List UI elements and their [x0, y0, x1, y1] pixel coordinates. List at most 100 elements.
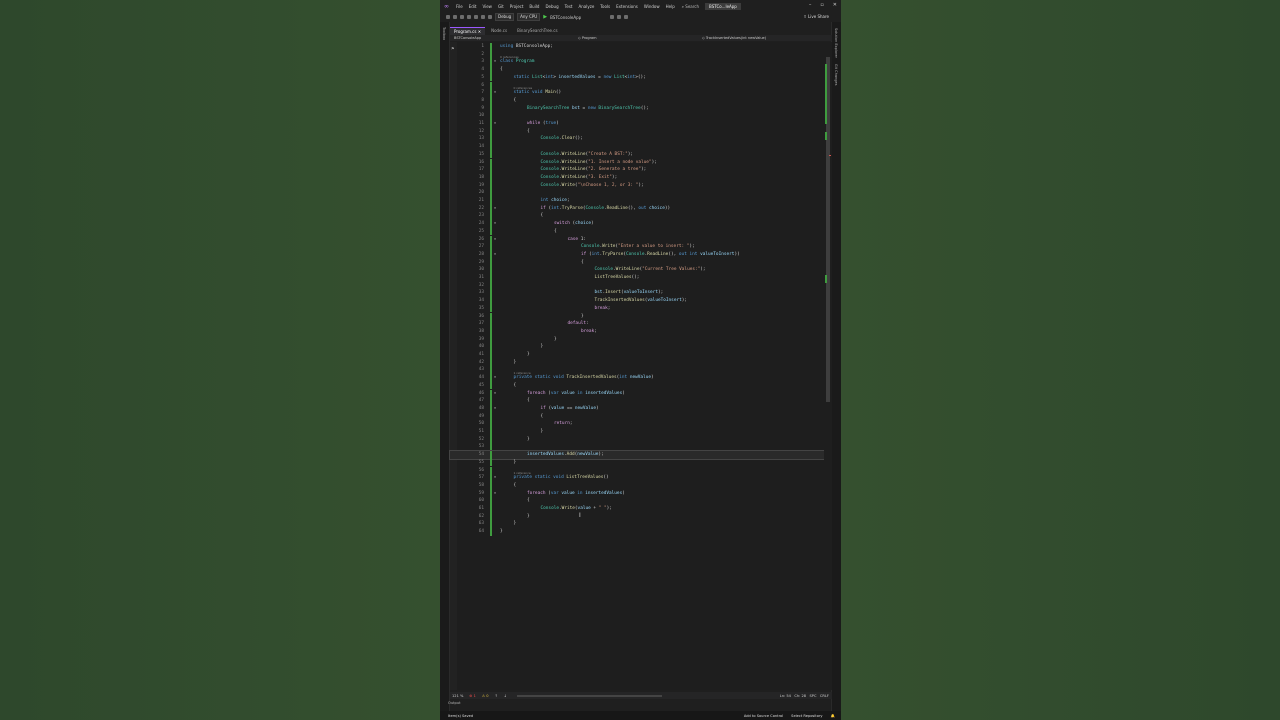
fold-toggle-icon[interactable]: ⊟	[494, 220, 496, 228]
code-editor[interactable]: ⚑ 1 using BSTConsoleApp; 2 3 ⊟ 0 references cl…	[449, 42, 825, 690]
code-line[interactable]: 16 Console.WriteLine("1. Insert a node va…	[450, 158, 824, 167]
minimize-icon[interactable]: –	[809, 2, 812, 8]
fold-toggle-icon[interactable]: ⊟	[494, 251, 496, 259]
code-line[interactable]: 57 ⊟ 1 reference private static void ListTr…	[450, 471, 824, 482]
fold-toggle-icon[interactable]: ⊟	[494, 89, 496, 97]
output-tab[interactable]: Output	[448, 701, 460, 707]
code-line[interactable]: 60 {	[450, 497, 824, 505]
code-line[interactable]: 43	[450, 366, 824, 375]
code-line[interactable]: 38 break;	[450, 327, 824, 336]
menu-analyze[interactable]: Analyze	[576, 4, 598, 9]
forward-icon[interactable]	[453, 15, 457, 19]
live-share-button[interactable]: ⇪ Live Share	[803, 14, 829, 19]
code-line[interactable]: 47 {	[450, 397, 824, 405]
code-line[interactable]: 13 Console.Clear();	[450, 135, 824, 144]
select-repository[interactable]: Select Repository	[791, 714, 822, 718]
notifications-icon[interactable]: 🔔	[831, 714, 835, 718]
fold-toggle-icon[interactable]: ⊟	[494, 490, 496, 498]
code-line[interactable]: 55}	[450, 458, 824, 467]
code-line[interactable]: 42}	[450, 358, 824, 367]
toolbar-tool-icon[interactable]	[610, 15, 615, 19]
code-line[interactable]: 7 ⊟ 0 references static void Main()	[450, 86, 824, 97]
warning-count[interactable]: ⚠ 0	[482, 694, 489, 698]
save-all-icon[interactable]	[474, 15, 478, 19]
menu-file[interactable]: File	[453, 4, 466, 9]
code-line[interactable]: 28 ⊟ if (int.TryParse(Console.ReadLine(), …	[450, 250, 824, 259]
fold-toggle-icon[interactable]: ⊟	[494, 405, 496, 413]
code-line[interactable]: 12 {	[450, 127, 824, 136]
git-changes-tab[interactable]: Git Changes	[834, 64, 838, 85]
search-box[interactable]: ⌕ Search	[682, 4, 699, 9]
code-line[interactable]: 34 TrackInsertedValues(valueToInsert);	[450, 297, 824, 305]
code-line[interactable]: 11 ⊟ while (true)	[450, 120, 824, 128]
code-line[interactable]: 49 {	[450, 412, 824, 421]
code-line[interactable]: 46 ⊟ foreach (var value in insertedValues)	[450, 389, 824, 398]
code-line[interactable]: 39}	[450, 335, 824, 344]
code-line[interactable]: 50 return;	[450, 420, 824, 428]
maximize-icon[interactable]: ▫	[820, 2, 823, 8]
start-debug-icon[interactable]: ▶	[543, 14, 547, 20]
menu-test[interactable]: Test	[562, 4, 576, 9]
code-line[interactable]: 27 Console.Write("Enter a value to insert…	[450, 243, 824, 251]
add-to-source-control[interactable]: Add to Source Control	[744, 714, 783, 718]
down-arrow-icon[interactable]: ↓	[504, 694, 507, 698]
code-line[interactable]: 26 ⊟ case 1:	[450, 235, 824, 244]
code-line[interactable]: 51}	[450, 428, 824, 436]
code-line[interactable]: 22 ⊟ if (int.TryParse(Console.ReadLine(), …	[450, 204, 824, 213]
code-line[interactable]: 5 static List<int> insertedValues = new L…	[450, 73, 824, 82]
nav-type[interactable]: ◇ Program	[574, 36, 698, 40]
code-line[interactable]: 40}	[450, 343, 824, 351]
code-line[interactable]: 10	[450, 112, 824, 120]
menu-build[interactable]: Build	[526, 4, 542, 9]
start-project[interactable]: BSTConsoleApp	[550, 15, 581, 20]
back-icon[interactable]	[446, 15, 450, 19]
code-line[interactable]: 64}	[450, 528, 824, 536]
up-arrow-icon[interactable]: ↑	[495, 694, 498, 698]
code-line[interactable]: 63}	[450, 520, 824, 529]
code-line[interactable]: 56	[450, 466, 824, 475]
code-line[interactable]: 18 Console.WriteLine("3. Exit");	[450, 173, 824, 182]
menu-window[interactable]: Window	[641, 4, 663, 9]
code-line[interactable]: 54 insertedValues.Add(newValue);	[449, 450, 825, 460]
code-line[interactable]: 6	[450, 81, 824, 90]
save-icon[interactable]	[467, 15, 471, 19]
code-line[interactable]: 32	[450, 281, 824, 290]
menu-git[interactable]: Git	[495, 4, 507, 9]
zoom-level[interactable]: 121 %	[452, 694, 463, 698]
fold-toggle-icon[interactable]: ⊟	[494, 205, 496, 213]
nav-member[interactable]: ◇ TrackInsertedValues(int newValue)	[698, 36, 822, 40]
tab-node-cs[interactable]: Node.cs	[487, 27, 511, 34]
code-line[interactable]: 31 ListTreeValues();	[450, 274, 824, 282]
code-line[interactable]: 59 ⊟ foreach (var value in insertedValues)	[450, 489, 824, 498]
vertical-scrollbar[interactable]	[824, 42, 832, 690]
config-select[interactable]: Debug	[495, 13, 515, 21]
code-line[interactable]: 20	[450, 189, 824, 197]
code-line[interactable]: 30 Console.WriteLine("Current Tree Values…	[450, 266, 824, 274]
code-line[interactable]: 25 {	[450, 227, 824, 236]
code-line[interactable]: 52}	[450, 435, 824, 444]
code-line[interactable]: 36}	[450, 312, 824, 321]
platform-select[interactable]: Any CPU	[517, 13, 541, 21]
solution-explorer-tab[interactable]: Solution Explorer	[834, 28, 838, 58]
fold-toggle-icon[interactable]: ⊟	[494, 236, 496, 244]
toolbar-tool-icon[interactable]	[617, 15, 622, 19]
code-line[interactable]: 21 int choice;	[450, 197, 824, 205]
code-line[interactable]: 14	[450, 143, 824, 151]
code-line[interactable]: 61 Console.Write(value + " ");	[450, 505, 824, 513]
code-line[interactable]: 35 break;	[450, 304, 824, 313]
code-line[interactable]: 24 ⊟ switch (choice)	[450, 220, 824, 228]
solution-name[interactable]: BSTCo...leApp	[705, 3, 741, 10]
new-file-icon[interactable]	[460, 15, 464, 19]
toolbar-tool-icon[interactable]	[624, 15, 629, 19]
code-line[interactable]: 41}	[450, 351, 824, 359]
fold-toggle-icon[interactable]: ⊟	[494, 120, 496, 128]
horizontal-scrollbar[interactable]	[516, 694, 662, 697]
redo-icon[interactable]	[488, 15, 492, 19]
close-icon[interactable]: ✕	[478, 29, 481, 34]
code-line[interactable]: 8{	[450, 96, 824, 105]
code-line[interactable]: 37 default:	[450, 320, 824, 328]
close-icon[interactable]: ✕	[833, 2, 837, 8]
code-line[interactable]: 9 BinarySearchTree bst = new BinarySearch…	[450, 104, 824, 113]
toolbox-tab[interactable]: Toolbox	[442, 27, 446, 40]
code-line[interactable]: 19 Console.Write("\nChoose 1, 2, or 3: ")…	[450, 181, 824, 190]
